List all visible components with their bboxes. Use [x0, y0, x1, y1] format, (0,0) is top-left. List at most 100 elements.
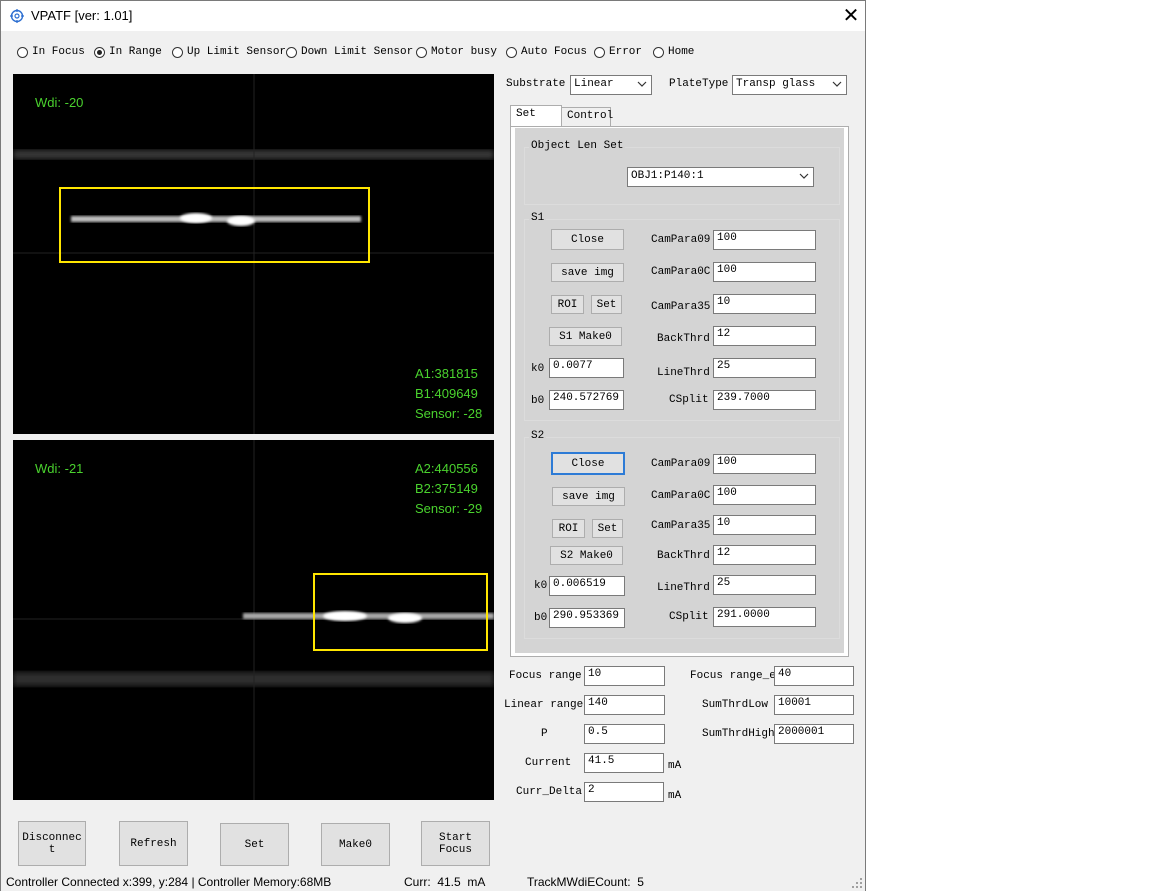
s1-csplit-input[interactable]: 239.7000: [713, 390, 816, 410]
s1-save-img-button[interactable]: save img: [551, 263, 624, 282]
platetype-label: PlateType: [669, 78, 729, 90]
s1-make0-button[interactable]: S1 Make0: [549, 327, 622, 346]
radio-circle: [506, 46, 517, 58]
roi-box-s1[interactable]: [59, 187, 370, 263]
sumthrdlow-input[interactable]: 10001: [774, 695, 854, 715]
s1-linethrd-input[interactable]: 25: [713, 358, 816, 378]
title-bar: VPATF [ver: 1.01] ✕: [1, 1, 865, 31]
platetype-value: Transp glass: [736, 78, 816, 90]
b-readout-s1: B1:409649: [415, 386, 478, 401]
camera-view-s2[interactable]: Wdi: -21 A2:440556 B2:375149 Sensor: -29: [13, 440, 494, 800]
object-len-group-title: Object Len Set: [529, 140, 626, 152]
focus-range-input[interactable]: 10: [584, 666, 665, 686]
s1-campara0c-input[interactable]: 100: [713, 262, 816, 282]
object-len-select[interactable]: OBJ1:P140:1: [627, 167, 814, 187]
s2-k0-input[interactable]: 0.006519: [549, 576, 625, 596]
p-input[interactable]: 0.5: [584, 724, 665, 744]
s2-csplit-input[interactable]: 291.0000: [713, 607, 816, 627]
s2-close-button[interactable]: Close: [551, 452, 625, 475]
s2-campara0c-label: CamPara0C: [651, 490, 711, 502]
s2-b0-label: b0: [534, 612, 548, 624]
s2-linethrd-label: LineThrd: [657, 582, 710, 594]
radio-label: Auto Focus: [521, 46, 588, 58]
radio-label: Up Limit Sensor: [187, 46, 287, 58]
tab-set[interactable]: Set: [510, 105, 562, 127]
disconnect-button[interactable]: Disconnec t: [18, 821, 86, 866]
radio-motor-busy[interactable]: Motor busy: [416, 44, 497, 60]
platetype-select[interactable]: Transp glass: [732, 75, 847, 95]
s1-csplit-label: CSplit: [669, 394, 709, 406]
radio-up-limit-sensor[interactable]: Up Limit Sensor: [172, 44, 286, 60]
curr-delta-unit: mA: [668, 790, 682, 802]
linear-range-label: Linear range: [504, 699, 584, 711]
s2-save-img-button[interactable]: save img: [552, 487, 625, 506]
radio-in-focus[interactable]: In Focus: [17, 44, 85, 60]
s2-roi-button[interactable]: ROI: [552, 519, 585, 538]
linear-range-input[interactable]: 140: [584, 695, 665, 715]
s2-make0-button[interactable]: S2 Make0: [550, 546, 623, 565]
focus-range-e-input[interactable]: 40: [774, 666, 854, 686]
s2-linethrd-input[interactable]: 25: [713, 575, 816, 595]
s1-group-title: S1: [529, 212, 547, 224]
roi-box-s2[interactable]: [313, 573, 488, 651]
camera-view-s1[interactable]: Wdi: -20 A1:381815 B1:409649 Sensor: -28: [13, 74, 494, 434]
s1-k0-input[interactable]: 0.0077: [549, 358, 624, 378]
curr-delta-label: Curr_Delta: [516, 786, 583, 798]
s1-close-button[interactable]: Close: [551, 229, 624, 250]
status-connection: Controller Connected x:399, y:284 | Cont…: [6, 875, 332, 889]
radio-label: Down Limit Sensor: [301, 46, 414, 58]
s1-campara35-input[interactable]: 10: [713, 294, 816, 314]
radio-in-range[interactable]: In Range: [94, 44, 162, 60]
radio-home[interactable]: Home: [653, 44, 694, 60]
radio-circle: [172, 46, 183, 58]
s2-campara35-input[interactable]: 10: [713, 515, 816, 535]
refresh-button[interactable]: Refresh: [119, 821, 188, 866]
make0-button[interactable]: Make0: [321, 823, 390, 866]
radio-down-limit-sensor[interactable]: Down Limit Sensor: [286, 44, 413, 60]
radio-error[interactable]: Error: [594, 44, 642, 60]
focus-range-e-label: Focus range_e: [690, 670, 776, 682]
sumthrdhigh-input[interactable]: 2000001: [774, 724, 854, 744]
radio-label: In Focus: [32, 46, 85, 58]
tab-label: Set: [516, 108, 536, 120]
s2-set-button[interactable]: Set: [592, 519, 623, 538]
s2-b0-input[interactable]: 290.953369: [549, 608, 625, 628]
s1-linethrd-label: LineThrd: [657, 367, 710, 379]
s2-backthrd-label: BackThrd: [657, 550, 710, 562]
s2-k0-label: k0: [534, 580, 548, 592]
s1-campara09-label: CamPara09: [651, 234, 711, 246]
resize-grip-icon[interactable]: [852, 878, 863, 889]
s1-set-button[interactable]: Set: [591, 295, 622, 314]
close-icon[interactable]: ✕: [837, 3, 865, 29]
radio-circle: [653, 46, 664, 58]
radio-circle: [594, 46, 605, 58]
s1-campara09-input[interactable]: 100: [713, 230, 816, 250]
object-len-value: OBJ1:P140:1: [631, 170, 704, 182]
start-focus-button[interactable]: Start Focus: [421, 821, 490, 866]
curr-delta-input[interactable]: 2: [584, 782, 664, 802]
s2-backthrd-input[interactable]: 12: [713, 545, 816, 565]
window-title: VPATF [ver: 1.01]: [31, 8, 133, 23]
current-unit: mA: [668, 760, 682, 772]
s2-campara0c-input[interactable]: 100: [713, 485, 816, 505]
substrate-value: Linear: [574, 78, 614, 90]
tab-label: Control: [567, 110, 614, 122]
set-button[interactable]: Set: [220, 823, 289, 866]
radio-label: Error: [609, 46, 643, 58]
s1-campara35-label: CamPara35: [651, 301, 711, 313]
main-window: VPATF [ver: 1.01] ✕ In Focus In Range Up…: [0, 0, 866, 891]
s2-campara09-input[interactable]: 100: [713, 454, 816, 474]
sensor-readout-s2: Sensor: -29: [415, 501, 483, 516]
current-input[interactable]: 41.5: [584, 753, 664, 773]
radio-circle: [286, 46, 297, 58]
tab-control[interactable]: Control: [561, 107, 614, 127]
chevron-down-icon: [832, 81, 842, 87]
substrate-select[interactable]: Linear: [570, 75, 652, 95]
b-readout-s2: B2:375149: [415, 481, 478, 496]
s1-backthrd-input[interactable]: 12: [713, 326, 816, 346]
s1-b0-label: b0: [531, 395, 545, 407]
s1-b0-input[interactable]: 240.572769: [549, 390, 624, 410]
s2-group-title: S2: [529, 430, 547, 442]
s1-roi-button[interactable]: ROI: [551, 295, 584, 314]
radio-auto-focus[interactable]: Auto Focus: [506, 44, 587, 60]
